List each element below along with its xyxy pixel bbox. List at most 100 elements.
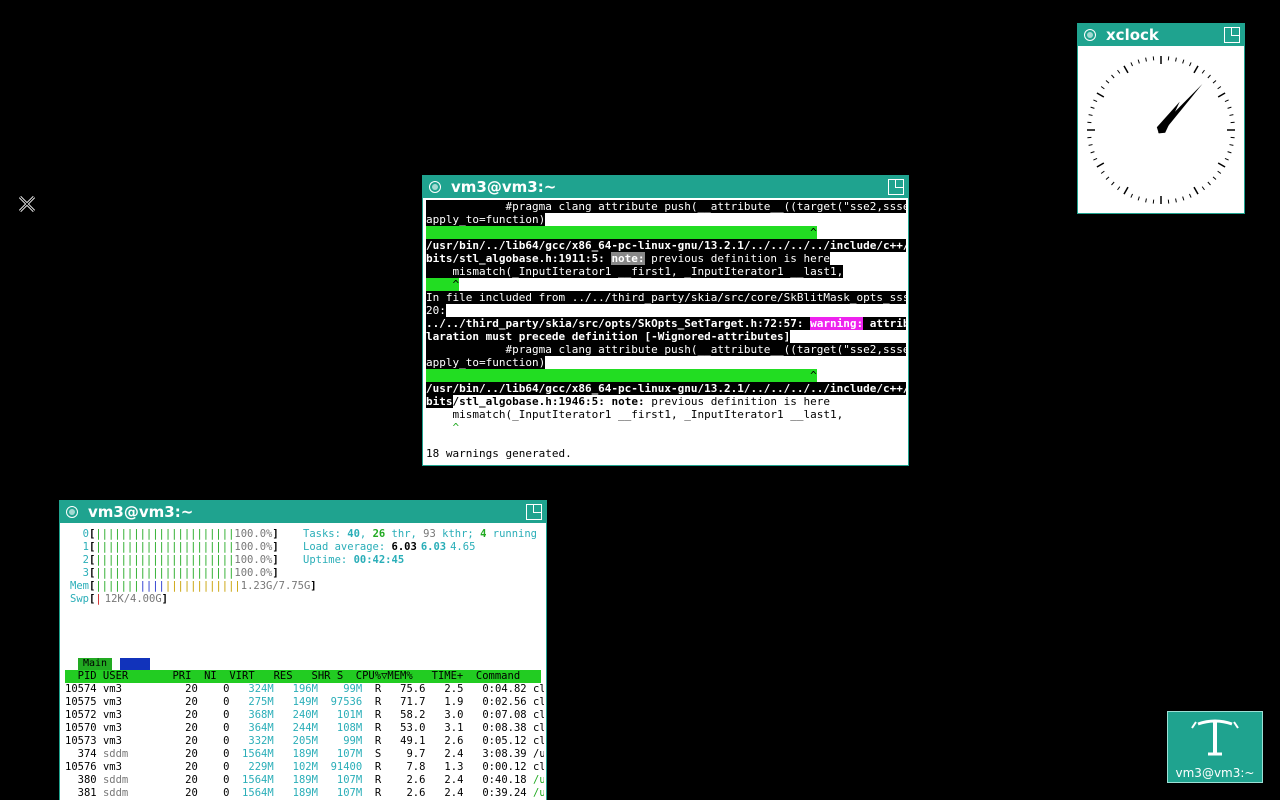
- cpu-percent: 100.0%: [234, 541, 273, 553]
- terminal-window-build[interactable]: vm3@vm3:~ #pragma clang attribute push(_…: [422, 175, 909, 466]
- clock-tick: [1100, 86, 1105, 90]
- cell-ni: 0: [204, 722, 230, 734]
- terminal-line: [4348/56485] CXX obj/third_party/angle..…: [426, 460, 906, 463]
- meter-bracket: ]: [161, 593, 168, 605]
- process-row[interactable]: 10570 vm3 20 0 364M 244M 108M R 53.0 3.1…: [65, 722, 544, 735]
- cpu-meter: 1[||||||||||||||||||||||100.0%]: [65, 541, 279, 554]
- process-row[interactable]: 380 sddm 20 0 1564M 189M 107M R 2.6 2.4 …: [65, 774, 544, 787]
- clock-tick: [1145, 198, 1147, 203]
- cell-shr: 91400: [324, 761, 363, 773]
- x-cursor-icon: [18, 195, 36, 213]
- cpu-bar: ||||||||||||||||||||||: [95, 541, 235, 553]
- maximize-icon[interactable]: [888, 179, 904, 195]
- tab-io[interactable]: [120, 658, 150, 670]
- cell-mem: 2.6: [431, 735, 464, 747]
- analog-clock: [1087, 56, 1235, 204]
- terminal-text: bits/stl_algobase.h:1911:5:: [426, 252, 612, 265]
- window-menu-icon[interactable]: [429, 181, 441, 193]
- process-row[interactable]: 10576 vm3 20 0 229M 102M 91400 R 7.8 1.3…: [65, 761, 544, 774]
- meter-label: Swp: [70, 593, 89, 605]
- clock-tick: [1189, 62, 1192, 67]
- process-row[interactable]: 10572 vm3 20 0 368M 240M 101M R 58.2 3.0…: [65, 709, 544, 722]
- terminal-text: #pragma clang attribute push(__attribute…: [426, 343, 906, 356]
- process-row[interactable]: 381 sddm 20 0 1564M 189M 107M R 2.6 2.4 …: [65, 787, 544, 800]
- terminal-window-htop[interactable]: vm3@vm3:~ 0[||||||||||||||||||||||100.0%…: [59, 500, 547, 800]
- cell-s: R: [368, 683, 382, 695]
- clock-tick: [1090, 106, 1095, 109]
- terminal-output[interactable]: #pragma clang attribute push(__attribute…: [425, 200, 906, 463]
- cell-cpu: 2.6: [387, 787, 426, 799]
- cell-ni: 0: [204, 787, 230, 799]
- cpu-id: 2: [82, 554, 89, 566]
- clock-tick: [1227, 151, 1232, 154]
- terminal-line: bits/stl_algobase.h:1911:5: note: previo…: [426, 252, 830, 265]
- terminal-t-icon: [1191, 719, 1239, 756]
- iconified-terminal[interactable]: vm3@vm3:~: [1167, 711, 1263, 783]
- cell-user: vm3: [102, 709, 160, 721]
- cell-pid: 10573: [65, 735, 97, 747]
- cell-user: sddm: [102, 787, 160, 799]
- clock-tick: [1175, 57, 1177, 62]
- cell-ni: 0: [204, 774, 230, 786]
- meter-bar: |||||||: [95, 580, 140, 592]
- meter-bar: ||||: [139, 580, 165, 592]
- tab-main[interactable]: Main: [78, 658, 112, 670]
- process-row[interactable]: 10574 vm3 20 0 324M 196M 99M R 75.6 2.5 …: [65, 683, 544, 696]
- maximize-icon[interactable]: [526, 504, 542, 520]
- window-menu-icon[interactable]: [66, 506, 78, 518]
- cell-res: 196M: [280, 683, 318, 695]
- kthreads-count: 93: [423, 528, 436, 540]
- terminal-line: apply_to=function): [426, 213, 546, 226]
- cell-cmd: clang++ -MMD: [532, 761, 544, 773]
- clock-tick: [1212, 176, 1217, 180]
- cell-time: 0:05.12: [469, 735, 527, 747]
- process-row[interactable]: 10575 vm3 20 0 275M 149M 97536 R 71.7 1.…: [65, 696, 544, 709]
- terminal-line: 18 warnings generated.: [426, 447, 572, 460]
- cell-time: 0:39.24: [469, 787, 527, 799]
- terminal-titlebar[interactable]: vm3@vm3:~: [60, 501, 546, 523]
- clock-tick: [1227, 106, 1232, 109]
- meter-value: 1.23G/7.75G: [240, 580, 311, 592]
- meter-bracket: ]: [272, 541, 279, 553]
- process-table-header[interactable]: PID USER PRI NI VIRT RES SHR S CPU%▽MEM%…: [65, 670, 541, 683]
- clock-tick: [1182, 59, 1185, 64]
- cell-pid: 10572: [65, 709, 97, 721]
- terminal-line: bits/stl_algobase.h:1946:5: note: previo…: [426, 395, 830, 408]
- cell-virt: 368M: [235, 709, 274, 721]
- cell-cmd: clang++ -MMD: [532, 735, 544, 747]
- terminal-line: In file included from ../../third_party/…: [426, 291, 906, 304]
- clock-tick: [1093, 158, 1098, 161]
- terminal-text: /usr/bin/../lib64/gcc/x86_64-pc-linux-gn…: [426, 382, 906, 395]
- cell-virt: 275M: [235, 696, 274, 708]
- htop-view[interactable]: 0[||||||||||||||||||||||100.0%] 1[|||||||…: [62, 525, 544, 800]
- terminal-text: mismatch(_InputIterator1 __first1, _Inpu…: [426, 265, 844, 278]
- xclock-titlebar[interactable]: xclock: [1078, 24, 1244, 46]
- terminal-text: apply_to=function): [426, 356, 546, 369]
- clock-tick: [1229, 144, 1234, 146]
- cell-pid: 10576: [65, 761, 97, 773]
- terminal-text: In file included from ../../third_party/…: [426, 291, 906, 304]
- cell-time: 0:02.56: [469, 696, 527, 708]
- terminal-text: /usr/bin/../lib64/gcc/x86_64-pc-linux-gn…: [426, 239, 906, 252]
- cell-user: vm3: [102, 735, 160, 747]
- meter-bar: ||||||||||||: [164, 580, 241, 592]
- clock-tick: [1201, 69, 1205, 74]
- terminal-titlebar[interactable]: vm3@vm3:~: [423, 176, 908, 198]
- clock-tick: [1088, 144, 1093, 146]
- cell-time: 0:04.82: [469, 683, 527, 695]
- process-row[interactable]: 374 sddm 20 0 1564M 189M 107M S 9.7 2.4 …: [65, 748, 544, 761]
- clock-tick: [1217, 170, 1222, 174]
- clock-tick: [1096, 162, 1105, 168]
- terminal-text: attribute dec: [863, 317, 906, 330]
- cell-shr: 107M: [324, 774, 363, 786]
- cpu-id: 3: [82, 567, 89, 579]
- cell-mem: 3.0: [431, 709, 464, 721]
- cell-time: 0:40.18: [469, 774, 527, 786]
- process-row[interactable]: 10573 vm3 20 0 332M 205M 99M R 49.1 2.6 …: [65, 735, 544, 748]
- xclock-window[interactable]: xclock: [1077, 23, 1245, 214]
- cell-cmd: clang++ -MMD: [532, 709, 544, 721]
- tasks-count: 40: [347, 528, 360, 540]
- maximize-icon[interactable]: [1224, 27, 1240, 43]
- window-menu-icon[interactable]: [1084, 29, 1096, 41]
- clock-tick: [1111, 181, 1115, 186]
